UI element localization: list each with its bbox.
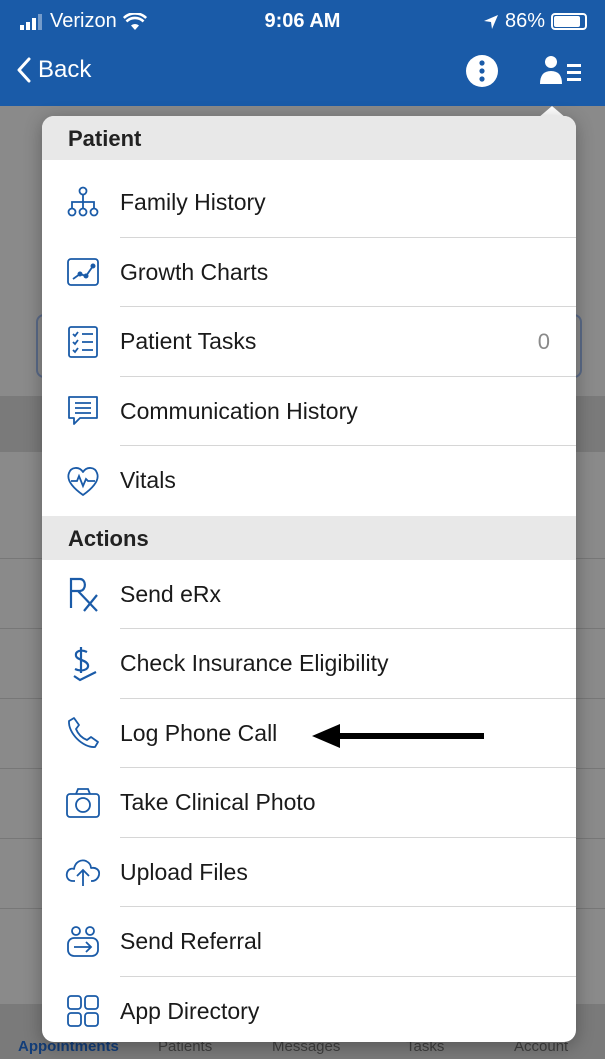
menu-item-label: Upload Files xyxy=(120,858,248,885)
menu-item-upload-files[interactable]: Upload Files xyxy=(42,838,576,908)
more-info-icon[interactable] xyxy=(465,54,499,88)
camera-icon xyxy=(64,784,102,822)
menu-item-growth-charts[interactable]: Growth Charts xyxy=(42,238,576,308)
menu-item-label: Communication History xyxy=(120,397,358,424)
family-tree-icon xyxy=(64,184,102,222)
menu-item-label: Family History xyxy=(120,189,266,216)
annotation-arrow-icon xyxy=(312,724,484,748)
chat-bubble-icon xyxy=(64,392,102,430)
nav-actions xyxy=(465,54,583,88)
menu-item-label: Send eRx xyxy=(120,580,222,607)
menu-item-vitals[interactable]: Vitals xyxy=(42,446,576,516)
referral-icon xyxy=(64,923,102,961)
section-header-patient: Patient xyxy=(42,116,576,160)
task-count-badge: 0 xyxy=(537,328,550,354)
menu-item-send-referral[interactable]: Send Referral xyxy=(42,907,576,977)
menu-item-label: Take Clinical Photo xyxy=(120,789,316,816)
menu-item-label: Patient Tasks xyxy=(120,328,257,355)
chevron-left-icon xyxy=(17,57,31,83)
menu-item-label: App Directory xyxy=(120,997,260,1024)
menu-item-label: Send Referral xyxy=(120,928,262,955)
phone-icon xyxy=(64,714,102,752)
menu-item-log-phone-call[interactable]: Log Phone Call xyxy=(42,699,576,769)
top-bar: Verizon 9:06 AM 86% Back xyxy=(0,0,605,106)
back-label: Back xyxy=(38,56,92,83)
menu-item-check-insurance-eligibility[interactable]: Check Insurance Eligibility xyxy=(42,629,576,699)
patient-popover-menu: Patient Family History Growth Charts Pat… xyxy=(42,116,576,1042)
battery-percent: 86% xyxy=(504,10,545,32)
battery: 86% xyxy=(483,10,587,33)
status-bar: Verizon 9:06 AM 86% xyxy=(0,0,605,40)
cloud-upload-icon xyxy=(64,853,102,891)
back-button[interactable]: Back xyxy=(16,56,91,84)
menu-item-app-directory[interactable]: App Directory xyxy=(42,977,576,1043)
rx-icon xyxy=(64,575,102,613)
growth-chart-icon xyxy=(64,253,102,291)
menu-item-label: Growth Charts xyxy=(120,258,269,285)
patient-menu-icon[interactable] xyxy=(539,54,583,88)
menu-item-label: Vitals xyxy=(120,467,176,494)
heart-pulse-icon xyxy=(64,462,102,500)
menu-item-patient-tasks[interactable]: Patient Tasks 0 xyxy=(42,307,576,377)
battery-icon xyxy=(551,13,587,30)
menu-item-label: Log Phone Call xyxy=(120,719,278,746)
menu-item-send-erx[interactable]: Send eRx xyxy=(42,560,576,630)
menu-item-take-clinical-photo[interactable]: Take Clinical Photo xyxy=(42,768,576,838)
checklist-icon xyxy=(64,323,102,361)
menu-item-family-history[interactable]: Family History xyxy=(42,168,576,238)
section-header-actions: Actions xyxy=(42,515,576,560)
dollar-icon xyxy=(64,645,102,683)
location-icon xyxy=(483,14,498,29)
grid-icon xyxy=(64,992,102,1030)
menu-item-communication-history[interactable]: Communication History xyxy=(42,377,576,447)
menu-item-label: Check Insurance Eligibility xyxy=(120,650,389,677)
